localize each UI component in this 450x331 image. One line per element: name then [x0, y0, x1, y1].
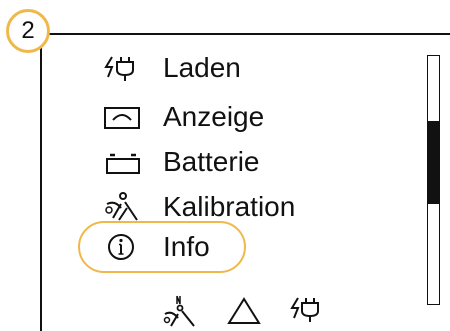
step-number-badge: 2 — [6, 9, 50, 53]
menu-item-label: Batterie — [163, 146, 260, 177]
charge-plug-icon — [290, 292, 326, 328]
charge-plug-icon — [103, 48, 143, 88]
step-number: 2 — [21, 17, 35, 44]
menu-item-anzeige[interactable]: Anzeige — [103, 97, 264, 137]
warning-triangle-icon — [226, 292, 262, 328]
calibration-icon — [103, 187, 143, 227]
menu-item-batterie[interactable]: Batterie — [103, 142, 260, 182]
menu-item-label: Info — [163, 231, 210, 262]
bottom-icon-bar — [162, 292, 354, 328]
info-icon — [103, 227, 143, 267]
scrollbar[interactable] — [427, 55, 440, 305]
menu-item-info[interactable]: Info — [103, 227, 210, 267]
calibration-north-icon — [162, 292, 198, 328]
scrollbar-thumb[interactable] — [428, 121, 439, 204]
menu-item-label: Kalibration — [163, 191, 296, 222]
menu-item-kalibration[interactable]: Kalibration — [103, 187, 295, 227]
frame-top-border — [40, 33, 450, 35]
menu-item-laden[interactable]: Laden — [103, 48, 241, 88]
display-icon — [103, 97, 143, 137]
battery-icon — [103, 142, 143, 182]
menu-item-label: Laden — [163, 52, 241, 83]
frame-left-border — [40, 33, 42, 331]
menu-item-label: Anzeige — [163, 101, 265, 132]
